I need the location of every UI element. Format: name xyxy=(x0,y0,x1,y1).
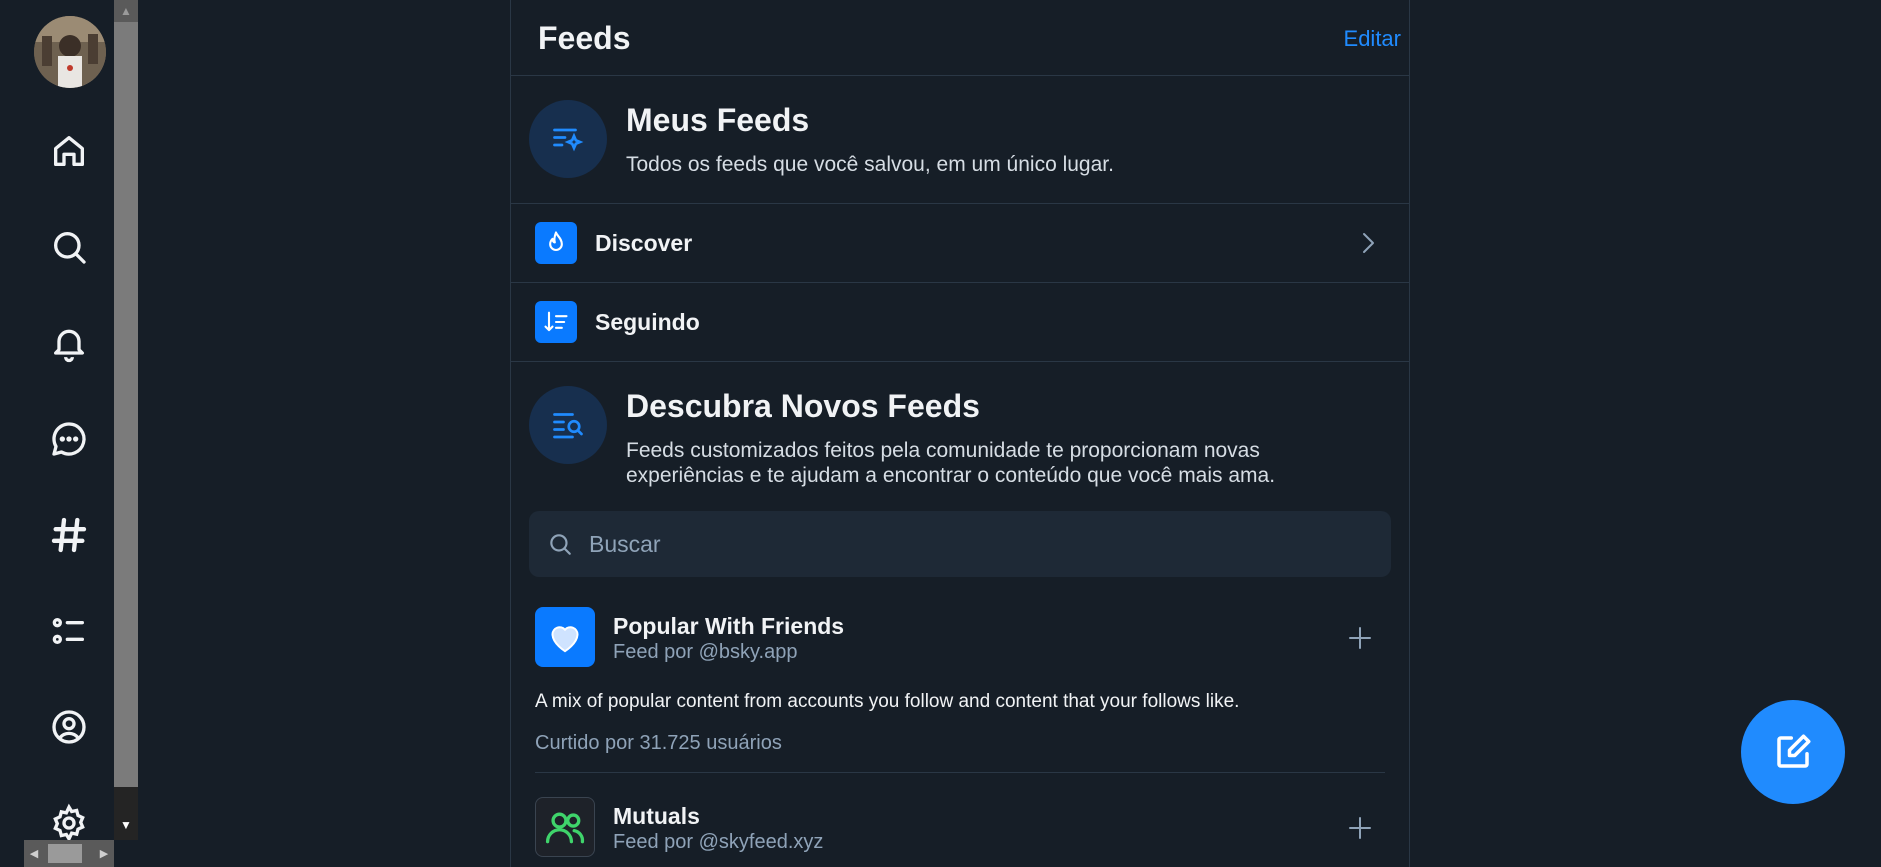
feed-description: A mix of popular content from accounts y… xyxy=(535,691,1240,712)
feed-row-label: Discover xyxy=(595,230,693,256)
discover-feeds-icon xyxy=(529,386,607,464)
horizontal-scrollbar[interactable]: ◀ ▶ xyxy=(24,840,114,867)
feed-row-discover[interactable]: Discover xyxy=(511,203,1409,282)
edit-button[interactable]: Editar xyxy=(1344,26,1401,52)
saved-feeds-icon xyxy=(529,100,607,178)
horizontal-scrollbar-thumb[interactable] xyxy=(48,844,82,863)
search-icon[interactable] xyxy=(46,224,92,270)
feed-card-mutuals[interactable]: Mutuals Feed por @skyfeed.xyz xyxy=(535,797,1385,867)
feed-likes: Curtido por 31.725 usuários xyxy=(535,732,782,754)
scrollbar-thumb[interactable] xyxy=(114,22,138,787)
list-icon[interactable] xyxy=(46,608,92,654)
feed-name: Mutuals xyxy=(613,803,700,829)
flame-icon xyxy=(535,222,577,264)
search-input[interactable]: Buscar xyxy=(529,511,1391,577)
chat-icon[interactable] xyxy=(46,416,92,462)
people-icon xyxy=(535,797,595,857)
search-icon xyxy=(547,531,573,562)
chevron-right-icon xyxy=(1357,230,1379,261)
scroll-up-arrow-icon[interactable]: ▲ xyxy=(114,0,138,22)
app-root: ▲ ▼ ◀ ▶ Feeds Editar Meus Feeds Todos os… xyxy=(0,0,1881,867)
feed-author: Feed por @bsky.app xyxy=(613,641,798,663)
scroll-right-arrow-icon[interactable]: ▶ xyxy=(94,840,114,867)
page-title: Feeds xyxy=(538,20,631,56)
bell-icon[interactable] xyxy=(46,320,92,366)
hashtag-icon[interactable] xyxy=(46,512,92,558)
feed-name: Popular With Friends xyxy=(613,613,845,639)
my-feeds-title: Meus Feeds xyxy=(626,102,810,138)
sort-list-icon xyxy=(535,301,577,343)
discover-description-line1: Feeds customizados feitos pela comunidad… xyxy=(626,439,1260,462)
my-feeds-section: Meus Feeds Todos os feeds que você salvo… xyxy=(511,77,1409,203)
discover-title: Descubra Novos Feeds xyxy=(626,388,980,424)
compose-icon xyxy=(1777,734,1811,768)
my-feeds-description: Todos os feeds que você salvou, em um ún… xyxy=(626,153,1114,176)
avatar[interactable] xyxy=(34,16,106,88)
add-feed-button[interactable] xyxy=(1345,623,1375,653)
discover-description-line2: experiências e te ajudam a encontrar o c… xyxy=(626,464,1276,487)
divider xyxy=(535,772,1385,773)
feed-author: Feed por @skyfeed.xyz xyxy=(613,831,824,853)
scroll-left-arrow-icon[interactable]: ◀ xyxy=(24,840,44,867)
scroll-down-arrow-icon[interactable]: ▼ xyxy=(114,787,138,840)
home-icon[interactable] xyxy=(46,128,92,174)
compose-button[interactable] xyxy=(1741,700,1845,804)
discover-section: Descubra Novos Feeds Feeds customizados … xyxy=(511,361,1409,511)
vertical-scrollbar[interactable]: ▲ ▼ xyxy=(114,0,138,840)
feed-row-label: Seguindo xyxy=(595,309,700,335)
feed-card-popular-with-friends[interactable]: Popular With Friends Feed por @bsky.app … xyxy=(535,607,1385,767)
feeds-column: Feeds Editar Meus Feeds Todos os feeds q… xyxy=(510,0,1410,867)
search-placeholder: Buscar xyxy=(589,531,661,557)
page-header: Feeds Editar xyxy=(511,0,1409,76)
heart-icon xyxy=(535,607,595,667)
profile-icon[interactable] xyxy=(46,704,92,750)
feed-row-seguindo[interactable]: Seguindo xyxy=(511,282,1409,361)
left-nav xyxy=(0,0,114,867)
add-feed-button[interactable] xyxy=(1345,813,1375,843)
